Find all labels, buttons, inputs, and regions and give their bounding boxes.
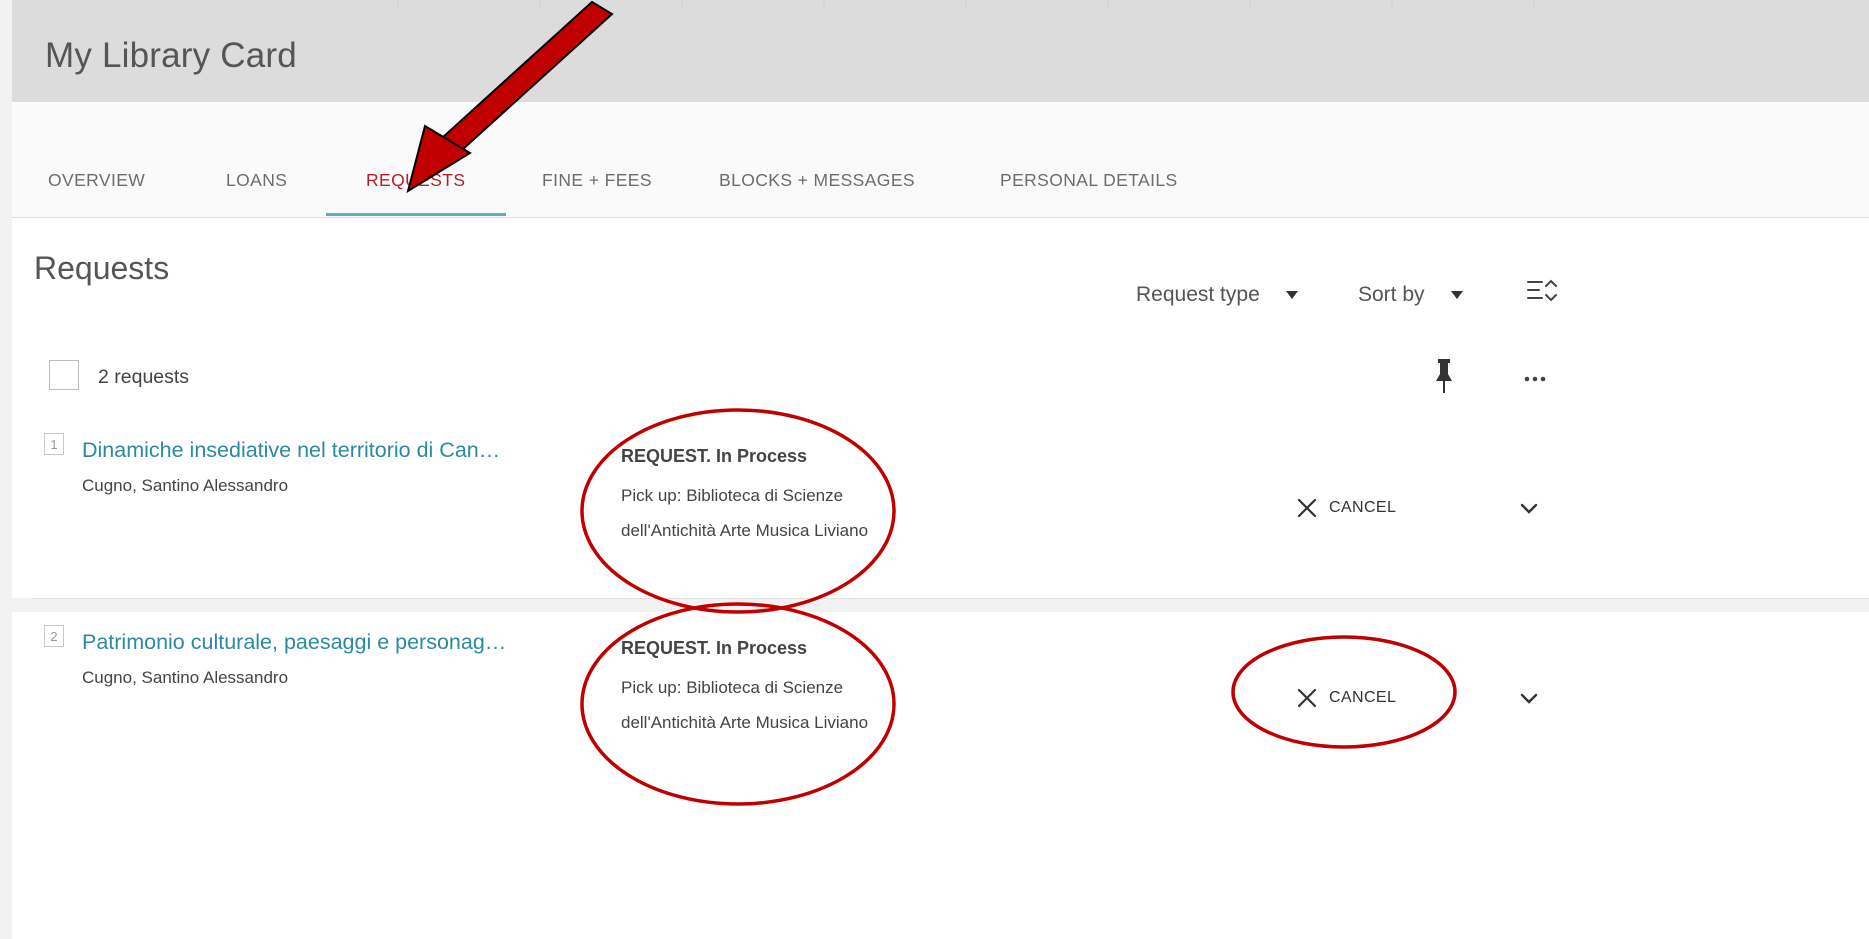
cancel-label: CANCEL — [1329, 689, 1397, 706]
request-author: Cugno, Santino Alessandro — [82, 476, 289, 495]
active-tab-indicator — [326, 213, 506, 216]
request-status: REQUEST. In Process — [621, 638, 808, 658]
row-separator — [12, 598, 1869, 612]
title-bar-divider-lines — [397, 0, 1535, 8]
caret-down-icon — [1285, 291, 1298, 300]
cancel-request-button[interactable]: CANCEL — [1295, 496, 1396, 520]
request-title-link[interactable]: Patrimonio culturale, paesaggi e persona… — [82, 630, 506, 655]
page-title: My Library Card — [45, 36, 297, 75]
library-card-page: My Library Card OVERVIEW LOANS REQUESTS … — [12, 0, 1869, 939]
request-count: 2 requests — [98, 366, 190, 388]
tab-overview[interactable]: OVERVIEW — [48, 170, 145, 191]
caret-down-icon — [1450, 291, 1463, 300]
row-number: 1 — [44, 433, 64, 455]
select-all-checkbox[interactable] — [49, 360, 79, 390]
tab-loans[interactable]: LOANS — [226, 170, 287, 191]
tab-fine-fees[interactable]: FINE + FEES — [542, 170, 652, 191]
request-status: REQUEST. In Process — [621, 446, 808, 466]
title-bar: My Library Card — [12, 0, 1869, 102]
request-author: Cugno, Santino Alessandro — [82, 668, 289, 687]
request-row: 1 Dinamiche insediative nel territorio d… — [32, 420, 1869, 599]
sort-icon[interactable] — [1526, 278, 1560, 304]
chevron-down-icon[interactable] — [1519, 692, 1539, 706]
close-icon — [1297, 688, 1317, 708]
row-number: 2 — [44, 625, 64, 647]
more-icon[interactable] — [1524, 376, 1546, 382]
chevron-down-icon[interactable] — [1519, 502, 1539, 516]
sort-by-dropdown[interactable]: Sort by — [1358, 283, 1463, 307]
tab-blocks-messages[interactable]: BLOCKS + MESSAGES — [719, 170, 915, 191]
request-type-label: Request type — [1136, 283, 1260, 306]
tab-bar: OVERVIEW LOANS REQUESTS FINE + FEES BLOC… — [12, 103, 1869, 218]
tab-personal-details[interactable]: PERSONAL DETAILS — [1000, 170, 1178, 191]
tab-requests[interactable]: REQUESTS — [366, 170, 465, 191]
request-row: 2 Patrimonio culturale, paesaggi e perso… — [32, 612, 1869, 939]
pin-icon[interactable] — [1435, 359, 1453, 393]
close-icon — [1297, 498, 1317, 518]
cancel-request-button[interactable]: CANCEL — [1295, 686, 1396, 710]
section-title: Requests — [34, 250, 170, 286]
cancel-label: CANCEL — [1329, 499, 1397, 516]
request-title-link[interactable]: Dinamiche insediative nel territorio di … — [82, 438, 500, 463]
request-pickup-location: Pick up: Biblioteca di Scienze dell'Anti… — [621, 678, 869, 732]
request-pickup-location: Pick up: Biblioteca di Scienze dell'Anti… — [621, 486, 869, 540]
request-type-dropdown[interactable]: Request type — [1136, 283, 1298, 307]
sort-by-label: Sort by — [1358, 283, 1425, 306]
